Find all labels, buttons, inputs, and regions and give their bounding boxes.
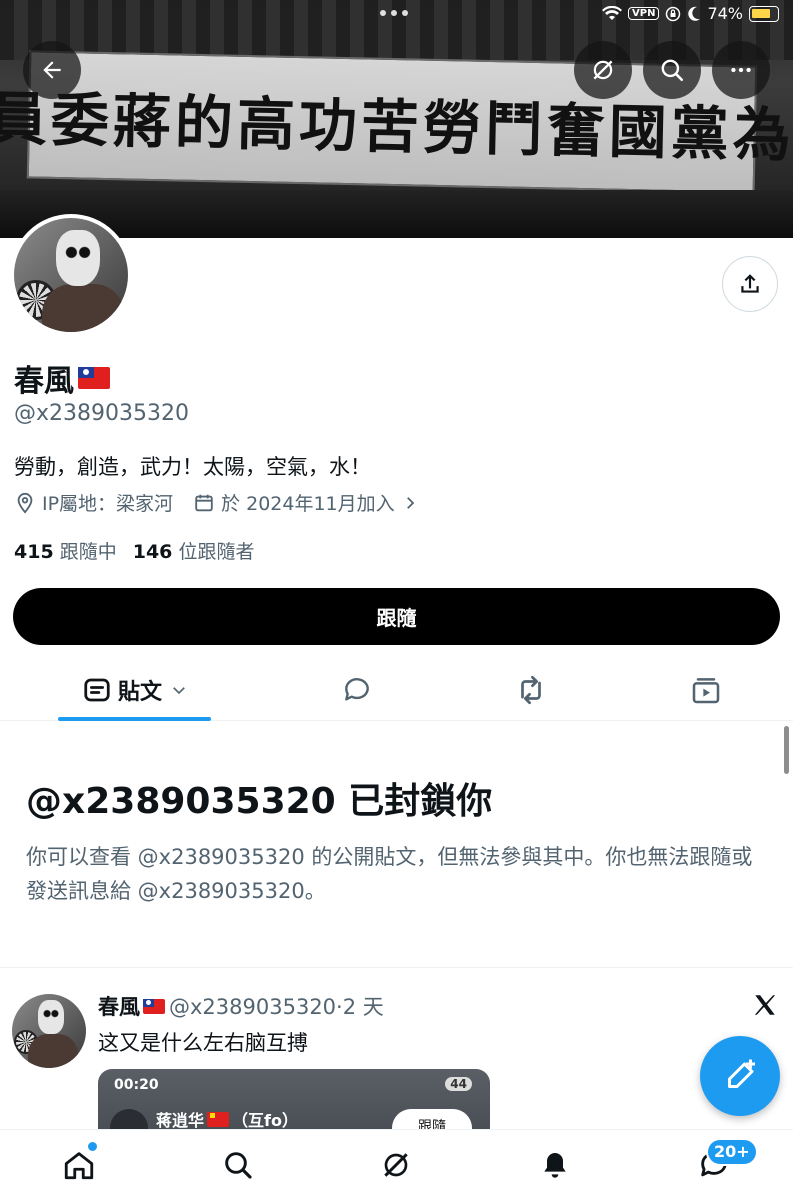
battery-percent: 74%: [707, 4, 743, 23]
grok-button[interactable]: [574, 41, 632, 99]
vpn-badge: VPN: [628, 7, 660, 20]
profile-name: 春風: [14, 356, 110, 400]
tab-replies[interactable]: [270, 660, 444, 720]
media-follow-button: 跟隨: [392, 1109, 472, 1129]
post-avatar[interactable]: [12, 994, 86, 1068]
follow-stats: 415 跟隨中 146 位跟隨者: [14, 537, 254, 564]
more-button[interactable]: [712, 41, 770, 99]
reply-icon: [345, 678, 369, 701]
post-author-name[interactable]: 春風: [98, 991, 140, 1021]
following-link[interactable]: 415 跟隨中: [14, 537, 117, 564]
post-text: 这又是什么左右脑互搏: [98, 1031, 308, 1055]
search-icon: [661, 59, 684, 82]
media-back-button: [110, 1109, 148, 1129]
media-user-name: 蒋逍华 （互fo）: [156, 1111, 298, 1129]
profile-bio: 勞動，創造，武力！太陽，空氣，水！: [14, 455, 371, 479]
nav-notifications[interactable]: [476, 1130, 635, 1200]
home-notification-dot: [88, 1142, 97, 1151]
nav-grok[interactable]: [317, 1130, 476, 1200]
battery-icon: [749, 5, 779, 22]
share-icon: [741, 274, 759, 293]
divider: [0, 967, 793, 968]
tab-media[interactable]: [619, 660, 793, 720]
banner-ground: [0, 190, 793, 238]
media-icon: [692, 678, 720, 704]
nav-search[interactable]: [159, 1130, 318, 1200]
media-status-badge: 44: [445, 1077, 472, 1091]
chevron-down-icon: [173, 687, 185, 695]
compose-icon: [728, 1059, 755, 1088]
more-icon: [731, 67, 751, 73]
post-media[interactable]: 00:20 44 蒋逍华 （互fo） 跟隨: [98, 1069, 490, 1129]
profile-handle: @x2389035320: [14, 401, 189, 426]
compose-button[interactable]: [700, 1036, 780, 1116]
joined-item[interactable]: 於 2024年11月加入: [193, 489, 419, 516]
follow-button[interactable]: 跟隨: [13, 588, 780, 645]
china-flag-icon: [207, 1111, 230, 1127]
profile-meta: IP屬地：梁家河 於 2024年11月加入: [14, 489, 419, 516]
bell-icon: [544, 1153, 566, 1178]
moon-icon: [688, 6, 701, 21]
scrollbar-thumb[interactable]: [784, 726, 789, 774]
profile-avatar[interactable]: [10, 214, 132, 336]
status-bar: VPN 74%: [602, 4, 779, 23]
search-icon: [225, 1152, 252, 1179]
x-logo-icon: [754, 995, 776, 1015]
profile-tabs: 貼文: [0, 660, 793, 721]
posts-icon: [84, 678, 110, 702]
blocked-description: 你可以查看 @x2389035320 的公開貼文，但無法參與其中。你也無法跟隨或…: [26, 845, 753, 903]
location-item: IP屬地：梁家河: [14, 489, 173, 516]
wifi-icon: [602, 5, 622, 20]
chevron-right-icon: [406, 496, 414, 509]
grok-icon: [593, 60, 613, 80]
back-button[interactable]: [23, 41, 81, 99]
nav-home[interactable]: [0, 1130, 159, 1200]
post-handle-time: @x2389035320·2 天: [169, 995, 384, 1019]
back-arrow-icon: [43, 61, 61, 79]
media-status-time: 00:20: [114, 1077, 159, 1093]
home-icon: [65, 1152, 94, 1180]
grok-icon: [384, 1153, 409, 1177]
search-button[interactable]: [643, 41, 701, 99]
bottom-nav: 20+: [0, 1129, 793, 1200]
profile-banner: 長員委蔣的高功苦勞鬥奮國黨為擁: [0, 0, 793, 238]
lock-rotation-icon: [666, 6, 681, 21]
tab-posts[interactable]: 貼文: [0, 660, 270, 721]
repost-icon: [521, 675, 542, 705]
messages-badge: 20+: [706, 1138, 758, 1166]
multitask-dots[interactable]: [380, 10, 408, 16]
taiwan-flag-icon: [143, 998, 165, 1014]
calendar-icon: [195, 494, 213, 511]
post-header: 春風 @x2389035320·2 天: [98, 991, 384, 1021]
share-button[interactable]: [722, 256, 778, 312]
followers-link[interactable]: 146 位跟隨者: [133, 537, 255, 564]
taiwan-flag-icon: [78, 367, 110, 389]
tab-reposts[interactable]: [444, 660, 618, 720]
location-icon: [17, 492, 33, 514]
blocked-title: @x2389035320 已封鎖你: [26, 781, 493, 822]
